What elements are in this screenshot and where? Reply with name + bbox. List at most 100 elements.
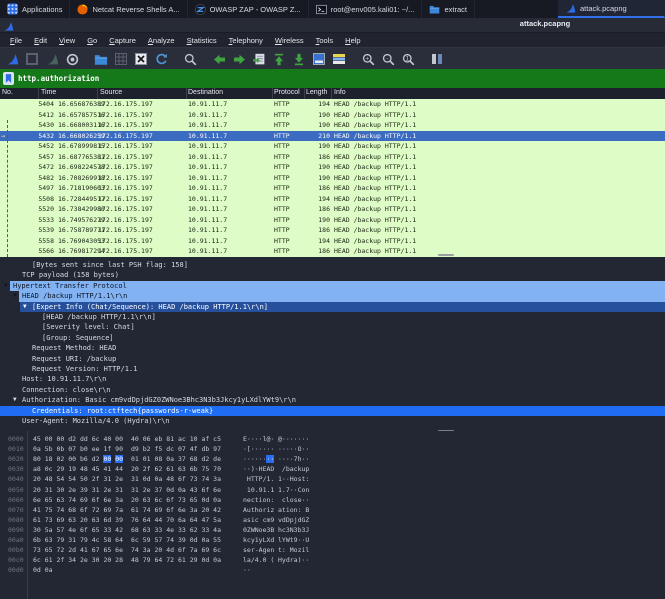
menu-tools[interactable]: Tools xyxy=(310,36,340,45)
taskbar-item[interactable]: Netcat Reverse Shells A... xyxy=(70,0,187,18)
column-header-protocol[interactable]: Protocol xyxy=(274,89,300,96)
column-header-time[interactable]: Time xyxy=(41,89,56,96)
find-packet-icon[interactable] xyxy=(183,52,197,67)
window-titlebar[interactable]: attack.pcapng xyxy=(0,18,665,33)
capture-options-icon[interactable] xyxy=(65,52,79,67)
detail-row[interactable]: [Severity level: Chat] xyxy=(0,322,665,332)
column-header-source[interactable]: Source xyxy=(100,89,122,96)
column-header-info[interactable]: Info xyxy=(334,89,346,96)
taskbar-item[interactable]: OWASP ZAP - OWASP Z... xyxy=(188,0,309,18)
detail-row[interactable]: ▼[Expert Info (Chat/Sequence): HEAD /bac… xyxy=(0,302,665,312)
packet-row[interactable]: 548216.708269918172.16.175.19710.91.11.7… xyxy=(0,173,665,184)
go-to-packet-icon[interactable] xyxy=(252,52,266,67)
packet-row[interactable]: 552016.738429980172.16.175.19710.91.11.7… xyxy=(0,204,665,215)
packet-row[interactable]: 545716.687765381172.16.175.19710.91.11.7… xyxy=(0,152,665,163)
packet-bytes-pane[interactable]: 000045 00 00 d2 dd 6c 40 0040 06 eb 81 a… xyxy=(0,431,665,599)
menu-wireless[interactable]: Wireless xyxy=(269,36,310,45)
expand-arrow-icon[interactable]: ▼ xyxy=(23,302,27,312)
detail-row[interactable]: Request Method: HEAD xyxy=(0,343,665,353)
detail-row[interactable]: [Group: Sequence] xyxy=(0,333,665,343)
hex-row[interactable]: 00b073 65 72 2d 41 67 65 6e74 3a 20 4d 6… xyxy=(0,545,665,555)
taskbar-item[interactable]: root@env005.kali01: ~/... xyxy=(309,0,423,18)
menu-telephony[interactable]: Telephony xyxy=(223,36,269,45)
packet-details-pane[interactable]: [Bytes sent since last PSH flag: 158]TCP… xyxy=(0,258,665,430)
detail-row[interactable]: [Bytes sent since last PSH flag: 158] xyxy=(0,260,665,270)
expand-arrow-icon[interactable]: ▼ xyxy=(4,281,8,291)
start-capture-icon[interactable] xyxy=(5,52,19,67)
open-file-icon[interactable] xyxy=(94,52,108,67)
zoom-reset-icon[interactable]: 1 xyxy=(401,52,415,67)
taskbar-item[interactable]: extract xyxy=(422,0,475,18)
packet-row[interactable]: 553316.749576279172.16.175.19710.91.11.7… xyxy=(0,215,665,226)
coloring-rules-icon[interactable] xyxy=(332,52,346,67)
zoom-in-icon[interactable]: + xyxy=(361,52,375,67)
go-last-packet-icon[interactable] xyxy=(292,52,306,67)
packet-row[interactable]: 540416.656876389172.16.175.19710.91.11.7… xyxy=(0,99,665,110)
filter-bookmark-icon[interactable] xyxy=(3,72,14,85)
display-filter-input[interactable]: http.authorization xyxy=(18,74,99,83)
hex-row[interactable]: 00a06b 63 79 31 79 4c 58 646c 59 57 74 3… xyxy=(0,535,665,545)
packet-list-header[interactable]: No.TimeSourceDestinationProtocolLengthIn… xyxy=(0,88,665,99)
menu-capture[interactable]: Capture xyxy=(103,36,142,45)
column-header-length[interactable]: Length xyxy=(306,89,327,96)
resize-columns-icon[interactable] xyxy=(430,52,444,67)
detail-row[interactable]: Host: 10.91.11.7\r\n xyxy=(0,374,665,384)
detail-row[interactable]: User-Agent: Mozilla/4.0 (Hydra)\r\n xyxy=(0,416,665,426)
packet-row[interactable]: 543216.668026259172.16.175.19710.91.11.7… xyxy=(0,131,665,142)
detail-row[interactable]: Connection: close\r\n xyxy=(0,385,665,395)
hex-row[interactable]: 008061 73 69 63 20 63 6d 3976 64 44 70 6… xyxy=(0,515,665,525)
menu-help[interactable]: Help xyxy=(339,36,366,45)
reload-file-icon[interactable] xyxy=(154,52,168,67)
hex-row[interactable]: 000045 00 00 d2 dd 6c 40 0040 06 eb 81 a… xyxy=(0,434,665,444)
packet-list-pane[interactable]: No.TimeSourceDestinationProtocolLengthIn… xyxy=(0,88,665,257)
hex-row[interactable]: 009030 5a 57 4e 6f 65 33 4268 63 33 4e 3… xyxy=(0,525,665,535)
column-separator[interactable] xyxy=(38,88,39,99)
detail-row[interactable]: Request Version: HTTP/1.1 xyxy=(0,364,665,374)
menu-analyze[interactable]: Analyze xyxy=(142,36,181,45)
packet-row[interactable]: 543016.668003116172.16.175.19710.91.11.7… xyxy=(0,120,665,131)
save-file-icon[interactable] xyxy=(114,52,128,67)
packet-row[interactable]: 550816.728449517172.16.175.19710.91.11.7… xyxy=(0,194,665,205)
hex-row[interactable]: 00606e 65 63 74 69 6f 6e 3a20 63 6c 6f 7… xyxy=(0,495,665,505)
zoom-out-icon[interactable]: - xyxy=(381,52,395,67)
go-first-packet-icon[interactable] xyxy=(272,52,286,67)
display-filter-bar[interactable]: http.authorization xyxy=(0,69,665,89)
colorize-packets-icon[interactable] xyxy=(312,52,326,67)
detail-row[interactable]: Request URI: /backup xyxy=(0,354,665,364)
hex-row[interactable]: 007041 75 74 68 6f 72 69 7a61 74 69 6f 6… xyxy=(0,505,665,515)
taskbar-item[interactable]: attack.pcapng xyxy=(558,0,665,18)
detail-row[interactable]: Credentials: root:ctftech{passwords-r-we… xyxy=(0,406,665,416)
detail-row[interactable]: ▼HEAD /backup HTTP/1.1\r\n xyxy=(0,291,665,301)
taskbar-item[interactable]: Applications xyxy=(0,0,70,18)
column-separator[interactable] xyxy=(304,88,305,99)
column-separator[interactable] xyxy=(272,88,273,99)
hex-row[interactable]: 00c06c 61 2f 34 2e 30 20 2848 79 64 72 6… xyxy=(0,555,665,565)
packet-row[interactable]: 555816.769043053172.16.175.19710.91.11.7… xyxy=(0,236,665,247)
expand-arrow-icon[interactable]: ▼ xyxy=(13,291,17,301)
hex-row[interactable]: 002080 18 02 00 b6 d2 00 0001 01 08 0a 3… xyxy=(0,454,665,464)
column-separator[interactable] xyxy=(331,88,332,99)
detail-row[interactable]: TCP payload (158 bytes) xyxy=(0,270,665,280)
menu-go[interactable]: Go xyxy=(81,36,103,45)
hex-row[interactable]: 004020 48 54 54 50 2f 31 2e31 0d 0a 48 6… xyxy=(0,474,665,484)
menu-file[interactable]: File xyxy=(4,36,28,45)
detail-row[interactable]: [HEAD /backup HTTP/1.1\r\n] xyxy=(0,312,665,322)
expand-arrow-icon[interactable]: ▼ xyxy=(13,395,17,405)
restart-capture-icon[interactable] xyxy=(45,52,59,67)
menu-statistics[interactable]: Statistics xyxy=(181,36,223,45)
column-separator[interactable] xyxy=(97,88,98,99)
menu-edit[interactable]: Edit xyxy=(28,36,53,45)
hex-row[interactable]: 005020 31 30 2e 39 31 2e 3131 2e 37 0d 0… xyxy=(0,485,665,495)
hex-row[interactable]: 00d00d 0a·· xyxy=(0,565,665,575)
packet-row[interactable]: 547216.698224578172.16.175.19710.91.11.7… xyxy=(0,162,665,173)
hex-row[interactable]: 00100a 5b 0b 07 b0 ee 1f 90d9 b2 f5 dc 0… xyxy=(0,444,665,454)
packet-row[interactable]: 553916.758789771172.16.175.19710.91.11.7… xyxy=(0,225,665,236)
close-file-icon[interactable] xyxy=(134,52,148,67)
packet-row[interactable]: 556616.769817294172.16.175.19710.91.11.7… xyxy=(0,246,665,257)
splitter-grip[interactable] xyxy=(438,254,454,256)
detail-row[interactable]: ▼Hypertext Transfer Protocol xyxy=(0,281,665,291)
menu-view[interactable]: View xyxy=(53,36,81,45)
column-separator[interactable] xyxy=(186,88,187,99)
detail-row[interactable]: ▼Authorization: Basic cm9vdDpjdGZ0ZWNoe3… xyxy=(0,395,665,405)
column-header-no[interactable]: No. xyxy=(2,89,13,96)
